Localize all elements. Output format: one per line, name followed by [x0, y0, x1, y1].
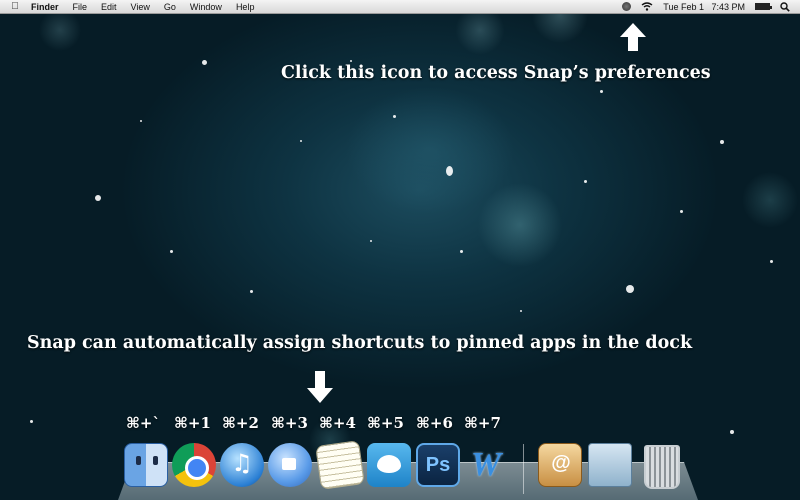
dock-caption: Snap can automatically assign shortcuts …: [27, 333, 693, 353]
snow-flake: [446, 166, 453, 176]
shortcut-label-itunes: ⌘+2: [222, 414, 259, 432]
snow-flake: [350, 60, 352, 62]
snow-flake: [460, 250, 463, 253]
apple-menu-icon[interactable]: : [6, 1, 24, 12]
shortcut-label-word: ⌘+7: [464, 414, 501, 432]
documents-stack-icon[interactable]: [588, 443, 632, 487]
snap-menu-icon[interactable]: [622, 2, 632, 11]
down-arrow-icon: [307, 371, 333, 403]
applications-stack-icon[interactable]: [538, 443, 583, 487]
prefs-caption: Click this icon to access Snap’s prefere…: [281, 63, 711, 83]
wifi-icon[interactable]: [641, 1, 653, 11]
menu-go[interactable]: Go: [157, 2, 183, 12]
datetime-display[interactable]: Tue Feb 1 7:43 PM: [663, 2, 745, 12]
menu-edit[interactable]: Edit: [94, 2, 124, 12]
finder-icon[interactable]: [124, 443, 168, 487]
shortcut-label-ichat: ⌘+3: [271, 414, 308, 432]
menu-file[interactable]: File: [66, 2, 95, 12]
snow-flake: [250, 290, 253, 293]
snow-flake: [140, 120, 142, 122]
menu-extras: Tue Feb 1 7:43 PM: [622, 2, 800, 12]
up-arrow-icon: [620, 23, 646, 51]
snow-flake: [600, 90, 603, 93]
battery-icon[interactable]: [755, 3, 772, 10]
snow-flake: [584, 180, 587, 183]
shortcut-label-textedit: ⌘+4: [319, 414, 356, 432]
shortcut-label-finder: ⌘+`: [126, 414, 160, 432]
snow-flake: [626, 285, 634, 293]
photoshop-icon[interactable]: Ps: [416, 443, 460, 487]
word-icon[interactable]: W: [464, 443, 508, 487]
snow-flake: [680, 210, 683, 213]
trash-icon[interactable]: [638, 443, 682, 489]
snow-flake: [393, 115, 396, 118]
dock-separator[interactable]: [523, 444, 524, 494]
menu-window[interactable]: Window: [183, 2, 229, 12]
snow-flake: [730, 430, 734, 434]
battery-level: [756, 4, 769, 9]
shortcut-label-photoshop: ⌘+6: [416, 414, 453, 432]
snow-flake: [770, 260, 773, 263]
shortcut-label-chrome: ⌘+1: [174, 414, 211, 432]
snow-flake: [170, 250, 173, 253]
snow-flake: [202, 60, 207, 65]
chrome-icon[interactable]: [172, 443, 216, 487]
menu-bar:  Finder File Edit View Go Window Help T…: [0, 0, 800, 14]
twitter-icon[interactable]: [367, 443, 411, 487]
textedit-icon[interactable]: [315, 440, 365, 490]
spotlight-search-icon[interactable]: [780, 1, 790, 12]
snow-flake: [95, 195, 101, 201]
snow-flake: [520, 310, 522, 312]
snow-flake: [370, 240, 372, 242]
menu-finder[interactable]: Finder: [24, 2, 66, 12]
menu-help[interactable]: Help: [229, 2, 262, 12]
shortcut-label-twitter: ⌘+5: [367, 414, 404, 432]
itunes-icon[interactable]: [220, 443, 264, 487]
snow-flake: [30, 420, 33, 423]
snow-flake: [720, 140, 724, 144]
menu-view[interactable]: View: [124, 2, 157, 12]
snow-flake: [300, 140, 302, 142]
ichat-icon[interactable]: [268, 443, 312, 487]
